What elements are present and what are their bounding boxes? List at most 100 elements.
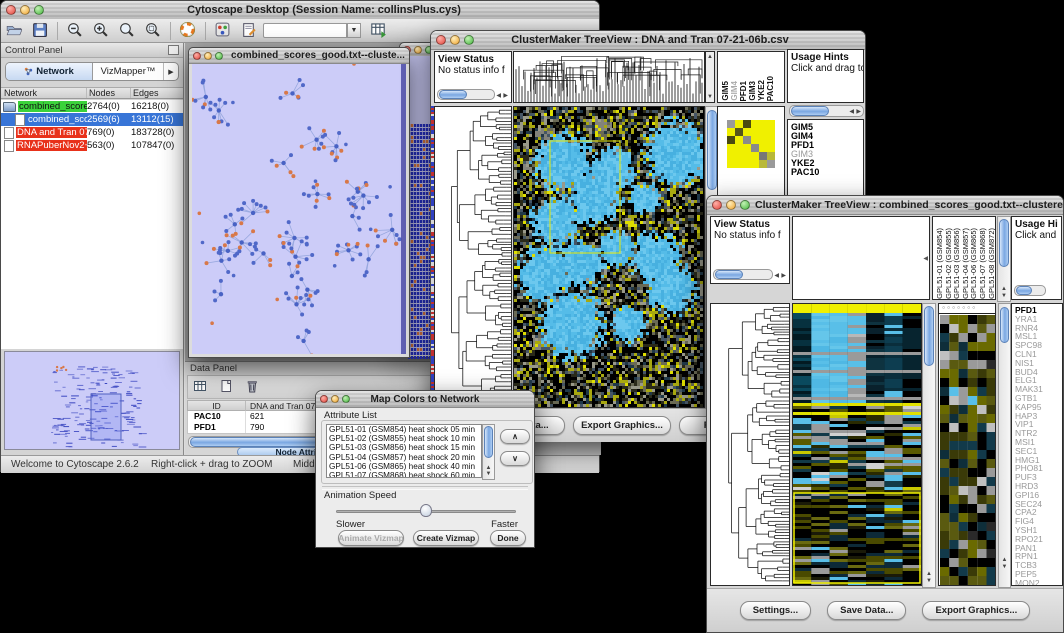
dialog-titlebar[interactable]: Map Colors to Network — [316, 391, 534, 408]
attribute-item[interactable]: GPL51-01 (GSM854) heat shock 05 min — [327, 425, 481, 434]
zoom-selected-icon[interactable] — [144, 21, 164, 41]
tv2-detail-panel[interactable]: ○○○○○○○ — [938, 303, 996, 586]
attribute-list[interactable]: GPL51-01 (GSM854) heat shock 05 minGPL51… — [326, 424, 482, 478]
tv2-status-hscrollbar[interactable] — [713, 269, 773, 280]
network-row[interactable]: DNA and Tran 07769(0)183728(0) — [1, 126, 183, 139]
attribute-item[interactable]: GPL51-07 (GSM868) heat shock 60 min — [327, 471, 481, 478]
minimize-icon[interactable] — [204, 52, 212, 60]
close-icon[interactable] — [436, 35, 446, 45]
network-row[interactable]: combined_sco2569(6)13112(15) — [1, 113, 183, 126]
rotated-array-label: GPL51-08 (GSM872) — [987, 228, 996, 299]
attribute-table-icon[interactable] — [192, 378, 212, 398]
speed-slider-thumb[interactable] — [420, 504, 432, 517]
save-data-button[interactable]: Save Data... — [827, 601, 906, 620]
attribute-item[interactable]: GPL51-02 (GSM855) heat shock 10 min — [327, 434, 481, 443]
close-icon[interactable] — [6, 5, 16, 15]
delete-attribute-icon[interactable] — [244, 378, 264, 398]
scroll-left-icon[interactable]: ◀ — [849, 108, 854, 115]
create-vizmap-button[interactable]: Create Vizmap — [413, 530, 479, 546]
tab-vizmapper[interactable]: VizMapper™ — [93, 63, 163, 80]
minimize-icon[interactable] — [414, 46, 422, 54]
scroll-left-icon[interactable]: ◀ — [496, 92, 501, 99]
zoom-fit-icon[interactable] — [118, 21, 138, 41]
tv2-heatmap[interactable] — [792, 303, 922, 586]
search-dropdown-icon[interactable]: ▼ — [347, 23, 361, 38]
import-table-icon[interactable] — [369, 20, 389, 40]
search-input[interactable] — [263, 23, 347, 38]
network-canvas[interactable] — [192, 64, 406, 354]
network-titlebar[interactable]: combined_scores_good.txt--cluste... — [189, 48, 409, 64]
tv1-column-dendrogram[interactable] — [513, 51, 705, 103]
tv2-row-dendrogram[interactable] — [710, 303, 790, 586]
tv2-heatmap-vscrollbar[interactable]: ▲▼ — [922, 303, 936, 588]
zoom-window-icon[interactable] — [215, 52, 223, 60]
network-overview[interactable] — [4, 351, 180, 450]
tv1-hints-hscrollbar[interactable]: ◀ ▶ — [789, 105, 864, 117]
new-attribute-icon[interactable] — [218, 378, 238, 398]
close-icon[interactable] — [320, 395, 328, 403]
treeview1-titlebar[interactable]: ClusterMaker TreeView : DNA and Tran 07-… — [431, 31, 865, 50]
scroll-right-icon[interactable]: ▶ — [781, 272, 786, 279]
attribute-list-vscrollbar[interactable]: ▲▼ — [482, 424, 495, 480]
network-name: RNAPuberNov2+ — [16, 140, 87, 151]
tv1-status-hscrollbar[interactable] — [437, 89, 495, 100]
network-row[interactable]: RNAPuberNov2+563(0)107847(0) — [1, 139, 183, 152]
view-settings-icon[interactable] — [214, 21, 234, 41]
tv2-view-status-panel: View StatusNo status info f ◀ ▶ — [710, 216, 790, 284]
tv1-heatmap[interactable] — [513, 106, 705, 408]
close-icon[interactable] — [193, 52, 201, 60]
close-icon[interactable] — [712, 200, 722, 210]
rotated-array-label: GPL51-03 (GSM856) — [952, 228, 961, 299]
tv2-hints-hscrollbar[interactable] — [1014, 285, 1046, 296]
rotated-gene-label: PAC10 — [766, 76, 775, 101]
control-panel-tabbar: Network VizMapper™ ▶ — [5, 62, 179, 81]
move-up-button[interactable]: ∧ — [500, 429, 530, 444]
zoom-in-icon[interactable] — [92, 21, 112, 41]
tv2-list-vscrollbar[interactable]: ▲▼ — [998, 303, 1011, 588]
zoom-window-icon[interactable] — [740, 200, 750, 210]
open-folder-icon[interactable] — [5, 21, 25, 41]
folder-icon — [3, 102, 16, 112]
tv2-button-bar: Settings... Save Data... Export Graphics..… — [707, 588, 1063, 632]
attribute-item[interactable]: GPL51-06 (GSM865) heat shock 40 min — [327, 462, 481, 471]
zoom-window-icon[interactable] — [464, 35, 474, 45]
move-down-button[interactable]: ∨ — [500, 451, 530, 466]
main-titlebar[interactable]: Cytoscape Desktop (Session Name: collins… — [1, 1, 599, 20]
minimize-icon[interactable] — [331, 395, 339, 403]
float-panel-icon[interactable] — [168, 45, 179, 55]
settings-button[interactable]: Settings... — [740, 601, 811, 620]
done-button[interactable]: Done — [490, 530, 526, 546]
treeview2-titlebar[interactable]: ClusterMaker TreeView : combined_scores_… — [707, 196, 1063, 215]
gene-label[interactable]: MON2 — [1012, 579, 1062, 586]
help-ring-icon[interactable] — [179, 21, 199, 41]
tv2-gene-list[interactable]: PFD1YRA1RNR4MSL1SPC98CLN1NIS1BUD4ELG1MAK… — [1011, 303, 1063, 586]
tv1-mini-scrollbar[interactable]: ▲▼ — [705, 51, 715, 103]
tab-overflow-icon[interactable]: ▶ — [163, 63, 178, 80]
treeview2-window: ClusterMaker TreeView : combined_scores_… — [706, 195, 1064, 633]
attribute-item[interactable]: GPL51-04 (GSM857) heat shock 20 min — [327, 453, 481, 462]
tv2-column-dendrogram[interactable]: ◀ — [792, 216, 930, 300]
scroll-left-icon[interactable]: ◀ — [774, 272, 779, 279]
scroll-right-icon[interactable]: ▶ — [503, 92, 508, 99]
scroll-right-icon[interactable]: ▶ — [856, 108, 861, 115]
main-window-title: Cytoscape Desktop (Session Name: collins… — [49, 4, 599, 16]
tv1-view-status-panel: View StatusNo status info f ◀ ▶ — [434, 51, 512, 103]
zoom-window-icon[interactable] — [342, 395, 350, 403]
annotation-icon[interactable] — [240, 21, 260, 41]
minimize-icon[interactable] — [726, 200, 736, 210]
tv1-row-dendrogram[interactable] — [434, 106, 512, 408]
tv2-labels-vscrollbar[interactable]: ▲▼ — [997, 216, 1011, 302]
save-icon[interactable] — [31, 21, 51, 41]
minimize-icon[interactable] — [20, 5, 30, 15]
attribute-item[interactable]: GPL51-03 (GSM856) heat shock 15 min — [327, 443, 481, 452]
zoom-window-icon[interactable] — [34, 5, 44, 15]
gene-label[interactable]: PAC10 — [788, 168, 863, 177]
minimize-icon[interactable] — [450, 35, 460, 45]
animate-vizmap-button[interactable]: Animate Vizmap — [338, 530, 404, 546]
export-graphics-button[interactable]: Export Graphics... — [573, 416, 671, 435]
export-graphics-button[interactable]: Export Graphics... — [922, 601, 1030, 620]
collapse-icon[interactable]: ◀ — [923, 255, 928, 262]
tab-network[interactable]: Network — [6, 63, 93, 80]
zoom-out-icon[interactable] — [66, 21, 86, 41]
network-row[interactable]: combined_scores2764(0)16218(0) — [1, 100, 183, 113]
